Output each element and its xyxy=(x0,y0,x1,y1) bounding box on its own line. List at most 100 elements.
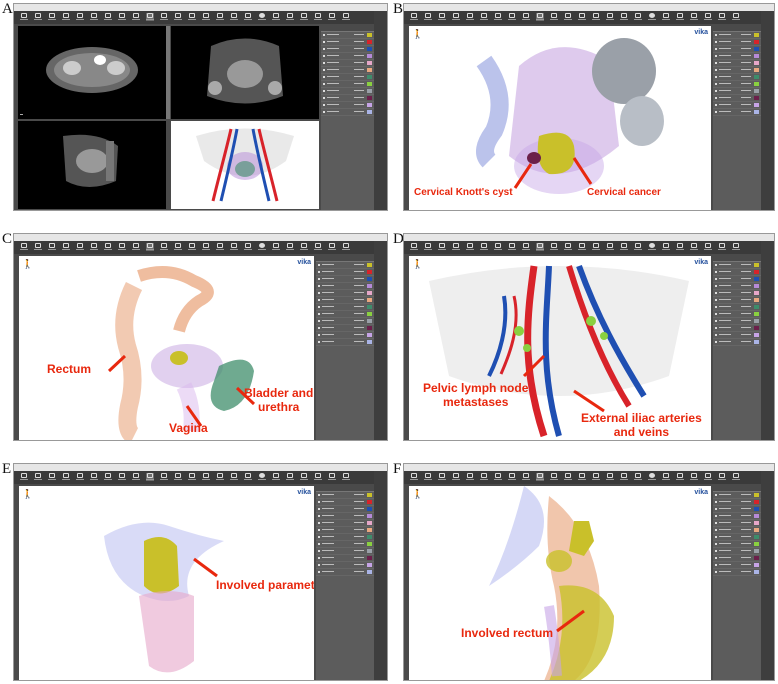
structure-list-row[interactable] xyxy=(316,513,374,520)
human-figure-icon[interactable]: 🚶 xyxy=(22,259,33,270)
toolbar-tool-icon[interactable] xyxy=(34,13,42,21)
structure-list-row[interactable] xyxy=(316,562,374,569)
toolbar-tool-icon[interactable] xyxy=(258,13,266,21)
toolbar-tool-icon[interactable] xyxy=(522,13,530,21)
color-swatch[interactable] xyxy=(754,542,759,546)
visibility-checkbox[interactable] xyxy=(323,48,325,50)
toolbar-tool-icon[interactable] xyxy=(410,243,418,251)
toolbar-tool-icon[interactable] xyxy=(104,243,112,251)
visibility-checkbox[interactable] xyxy=(323,97,325,99)
toolbar-tool-icon[interactable] xyxy=(342,243,350,251)
color-swatch[interactable] xyxy=(754,570,759,574)
color-swatch[interactable] xyxy=(754,556,759,560)
structure-list-row[interactable] xyxy=(713,39,761,46)
structure-list-row[interactable] xyxy=(321,46,374,53)
visibility-checkbox[interactable] xyxy=(715,515,717,517)
toolbar-tool-icon[interactable] xyxy=(564,13,572,21)
toolbar-tool-icon[interactable] xyxy=(202,243,210,251)
toolbar-tool-icon[interactable] xyxy=(48,13,56,21)
color-swatch[interactable] xyxy=(367,33,372,37)
mri-sagittal-view[interactable] xyxy=(18,121,166,209)
color-swatch[interactable] xyxy=(754,270,759,274)
color-swatch[interactable] xyxy=(367,68,372,72)
visibility-checkbox[interactable] xyxy=(318,327,320,329)
visibility-checkbox[interactable] xyxy=(318,306,320,308)
visibility-checkbox[interactable] xyxy=(715,104,717,106)
color-swatch[interactable] xyxy=(367,305,372,309)
structure-list-row[interactable] xyxy=(713,67,761,74)
toolbar-tool-icon[interactable] xyxy=(634,243,642,251)
visibility-checkbox[interactable] xyxy=(715,76,717,78)
visibility-checkbox[interactable] xyxy=(715,278,717,280)
structure-list-row[interactable] xyxy=(321,109,374,116)
structure-list-row[interactable] xyxy=(713,311,761,318)
color-swatch[interactable] xyxy=(754,40,759,44)
toolbar-tool-icon[interactable] xyxy=(286,243,294,251)
render-3d-view[interactable]: 🚶 vika Involved rectum xyxy=(409,486,711,680)
color-swatch[interactable] xyxy=(754,340,759,344)
toolbar-tool-icon[interactable] xyxy=(438,473,446,481)
structure-list-row[interactable] xyxy=(713,283,761,290)
visibility-checkbox[interactable] xyxy=(715,529,717,531)
visibility-checkbox[interactable] xyxy=(318,292,320,294)
structure-list-row[interactable] xyxy=(316,492,374,499)
toolbar-tool-icon[interactable] xyxy=(300,13,308,21)
toolbar-tool-icon[interactable] xyxy=(34,243,42,251)
structure-list-row[interactable] xyxy=(316,499,374,506)
structure-list-row[interactable] xyxy=(316,555,374,562)
color-swatch[interactable] xyxy=(367,340,372,344)
visibility-checkbox[interactable] xyxy=(318,334,320,336)
color-swatch[interactable] xyxy=(754,305,759,309)
color-swatch[interactable] xyxy=(367,500,372,504)
toolbar-tool-icon[interactable] xyxy=(48,243,56,251)
color-swatch[interactable] xyxy=(754,528,759,532)
structure-list-row[interactable] xyxy=(713,102,761,109)
structure-list-row[interactable] xyxy=(713,60,761,67)
visibility-checkbox[interactable] xyxy=(715,571,717,573)
visibility-checkbox[interactable] xyxy=(715,271,717,273)
toolbar-tool-icon[interactable] xyxy=(550,13,558,21)
structure-list-row[interactable] xyxy=(316,262,374,269)
structure-list-row[interactable] xyxy=(316,520,374,527)
toolbar-tool-icon[interactable] xyxy=(606,243,614,251)
structure-list-row[interactable] xyxy=(713,318,761,325)
toolbar-tool-icon[interactable] xyxy=(676,13,684,21)
structure-list-row[interactable] xyxy=(713,74,761,81)
toolbar-tool-icon[interactable] xyxy=(216,243,224,251)
color-swatch[interactable] xyxy=(754,500,759,504)
color-swatch[interactable] xyxy=(754,61,759,65)
structure-list-row[interactable] xyxy=(316,548,374,555)
toolbar-tool-icon[interactable] xyxy=(76,473,84,481)
visibility-checkbox[interactable] xyxy=(715,494,717,496)
toolbar-tool-icon[interactable] xyxy=(230,13,238,21)
toolbar-tool-icon[interactable] xyxy=(732,243,740,251)
toolbar-tool-icon[interactable] xyxy=(272,243,280,251)
toolbar-tool-icon[interactable] xyxy=(132,243,140,251)
color-swatch[interactable] xyxy=(367,103,372,107)
toolbar-tool-icon[interactable] xyxy=(676,243,684,251)
toolbar-tool-icon[interactable] xyxy=(564,243,572,251)
toolbar-tool-icon[interactable] xyxy=(466,473,474,481)
toolbar-tool-icon[interactable] xyxy=(244,13,252,21)
visibility-checkbox[interactable] xyxy=(318,571,320,573)
toolbar-tool-icon[interactable] xyxy=(536,13,544,21)
visibility-checkbox[interactable] xyxy=(318,278,320,280)
color-swatch[interactable] xyxy=(754,333,759,337)
structure-list-row[interactable] xyxy=(316,318,374,325)
toolbar-tool-icon[interactable] xyxy=(620,473,628,481)
color-swatch[interactable] xyxy=(367,75,372,79)
color-swatch[interactable] xyxy=(367,493,372,497)
toolbar-tool-icon[interactable] xyxy=(424,13,432,21)
visibility-checkbox[interactable] xyxy=(318,271,320,273)
visibility-checkbox[interactable] xyxy=(715,62,717,64)
structure-list-row[interactable] xyxy=(321,39,374,46)
toolbar-tool-icon[interactable] xyxy=(146,13,154,21)
color-swatch[interactable] xyxy=(754,96,759,100)
color-swatch[interactable] xyxy=(754,493,759,497)
render-3d-view[interactable] xyxy=(171,121,319,209)
toolbar-tool-icon[interactable] xyxy=(132,13,140,21)
color-swatch[interactable] xyxy=(367,291,372,295)
structure-list-row[interactable] xyxy=(316,541,374,548)
structure-list-row[interactable] xyxy=(713,109,761,116)
visibility-checkbox[interactable] xyxy=(323,55,325,57)
